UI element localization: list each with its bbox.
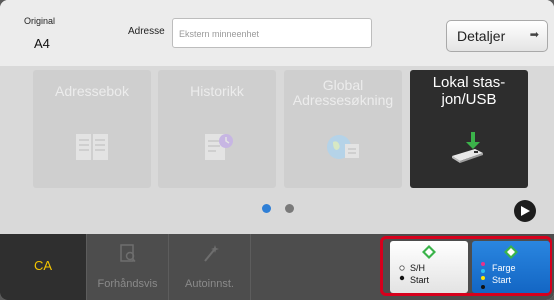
page-dot-1[interactable] bbox=[262, 204, 271, 213]
global-search-icon bbox=[327, 135, 359, 159]
destination-panel: Adressebok Historikk Global Adressesøkni… bbox=[0, 66, 554, 234]
address-label: Adresse bbox=[128, 26, 165, 37]
original-label: Original bbox=[24, 16, 56, 26]
history-icon bbox=[205, 134, 233, 160]
tile-address-book[interactable]: Adressebok bbox=[33, 70, 151, 188]
clear-all-button[interactable]: CA bbox=[0, 234, 86, 300]
bottom-bar-spacer bbox=[250, 234, 380, 300]
page-dot-2[interactable] bbox=[285, 204, 294, 213]
address-book-icon bbox=[76, 134, 108, 160]
details-label: Detaljer bbox=[457, 28, 506, 44]
tile-local-usb[interactable]: Lokal stas-jon/USB bbox=[410, 70, 528, 188]
autoset-label: Autoinnst. bbox=[185, 278, 234, 290]
play-arrow-icon bbox=[521, 206, 530, 216]
screen: Original A4 Adresse Ekstern minneenhet D… bbox=[0, 0, 554, 300]
bw-start-button[interactable]: S/H Start bbox=[390, 241, 468, 293]
original-value: A4 bbox=[34, 36, 50, 51]
bw-dots-icon bbox=[399, 265, 405, 281]
autoset-button[interactable]: Autoinnst. bbox=[168, 234, 250, 300]
preview-button[interactable]: Forhåndsvis bbox=[86, 234, 168, 300]
color-start-line1: Farge bbox=[492, 263, 516, 273]
tile-label: Global Adressesøkning bbox=[292, 77, 394, 108]
color-start-button[interactable]: Farge Start bbox=[472, 241, 550, 293]
bw-start-line2: Start bbox=[410, 275, 430, 285]
header-bar: Original A4 Adresse Ekstern minneenhet D… bbox=[0, 0, 554, 66]
start-diamond-icon bbox=[504, 245, 518, 259]
original-size-box[interactable]: Original A4 bbox=[24, 16, 64, 54]
start-diamond-icon bbox=[422, 245, 436, 259]
tile-label: Lokal stas-jon/USB bbox=[432, 74, 506, 108]
tile-label: Adressebok bbox=[55, 83, 129, 99]
tile-global-address-search[interactable]: Global Adressesøkning bbox=[284, 70, 402, 188]
tile-label: Historikk bbox=[190, 83, 244, 99]
next-page-button[interactable] bbox=[514, 200, 536, 222]
usb-icon bbox=[452, 132, 483, 163]
address-input[interactable]: Ekstern minneenhet bbox=[172, 18, 372, 48]
ca-label: CA bbox=[34, 258, 53, 273]
autoset-icon bbox=[204, 245, 219, 262]
color-dots-icon bbox=[481, 262, 485, 289]
preview-icon bbox=[120, 244, 136, 262]
arrow-right-icon: ➡ bbox=[529, 29, 539, 41]
details-button[interactable]: Detaljer ➡ bbox=[446, 20, 548, 52]
bw-start-line1: S/H bbox=[410, 263, 426, 273]
preview-label: Forhåndsvis bbox=[97, 278, 158, 290]
color-start-line2: Start bbox=[492, 275, 512, 285]
tile-history[interactable]: Historikk bbox=[158, 70, 276, 188]
